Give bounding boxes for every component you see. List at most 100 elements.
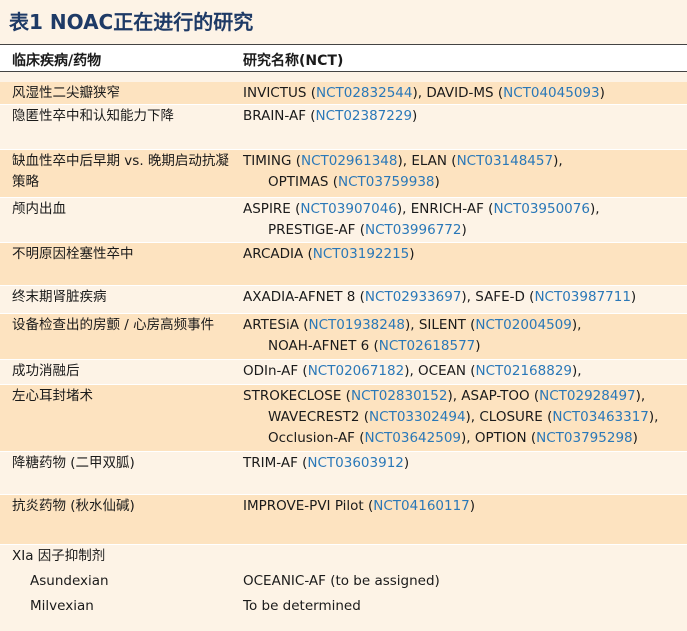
study-cell: IMPROVE-PVI Pilot (NCT04160117) <box>243 496 683 517</box>
study-text: ASPIRE ( <box>243 201 301 217</box>
study-line: IMPROVE-PVI Pilot (NCT04160117) <box>243 496 683 517</box>
table-row: 缺血性卒中后早期 vs. 晚期启动抗凝策略 TIMING (NCT02961348… <box>0 150 687 198</box>
nct-link[interactable]: NCT03907046 <box>300 201 396 217</box>
nct-link[interactable]: NCT03603912 <box>307 455 403 471</box>
study-text: ODIn-AF ( <box>243 363 308 379</box>
table-row: Milvexian To be determined <box>0 595 687 625</box>
study-text: ) <box>403 455 410 471</box>
nct-link[interactable]: NCT03192215 <box>313 246 409 262</box>
study-text: TIMING ( <box>243 153 301 169</box>
study-text: NOAH-AFNET 6 ( <box>268 338 379 354</box>
header-study-name: 研究名称(NCT) <box>243 53 344 69</box>
study-line: WAVECREST2 (NCT03302494), CLOSURE (NCT03… <box>243 407 683 428</box>
study-line: ARCADIA (NCT03192215) <box>243 244 683 265</box>
study-line: TRIM-AF (NCT03603912) <box>243 453 683 474</box>
study-text: ), <box>571 317 582 333</box>
table-row: 终末期肾脏疾病 AXADIA-AFNET 8 (NCT02933697), SAF… <box>0 286 687 314</box>
study-text: ), <box>553 153 563 169</box>
table-row: 成功消融后 ODIn-AF (NCT02067182), OCEAN (NCT02… <box>0 360 687 385</box>
condition-cell: 风湿性二尖瓣狭窄 <box>12 85 120 101</box>
study-text: To be determined <box>243 598 361 614</box>
study-cell: BRAIN-AF (NCT02387229) <box>243 106 683 127</box>
nct-link[interactable]: NCT03996772 <box>365 222 461 238</box>
nct-link[interactable]: NCT03950076 <box>493 201 589 217</box>
condition-cell: Asundexian <box>30 573 109 589</box>
study-text: OCEANIC-AF (to be assigned) <box>243 573 440 589</box>
table-row: 隐匿性卒中和认知能力下降 BRAIN-AF (NCT02387229) <box>0 105 687 150</box>
study-text: ) <box>434 174 440 190</box>
study-text: ), OCEAN ( <box>404 363 476 379</box>
study-text: STROKECLOSE ( <box>243 388 351 404</box>
study-cell: AXADIA-AFNET 8 (NCT02933697), SAFE-D (NC… <box>243 287 683 308</box>
condition-cell: 隐匿性卒中和认知能力下降 <box>12 108 174 124</box>
nct-link[interactable]: NCT02387229 <box>316 108 412 124</box>
study-line: ODIn-AF (NCT02067182), OCEAN (NCT0216882… <box>243 361 683 382</box>
nct-link[interactable]: NCT03642509 <box>365 430 461 446</box>
nct-link[interactable]: NCT03759938 <box>338 174 434 190</box>
study-text: ) <box>475 338 481 354</box>
study-text: ), <box>572 363 582 379</box>
table-row: 左心耳封堵术 STROKECLOSE (NCT02830152), ASAP-TO… <box>0 385 687 452</box>
nct-link[interactable]: NCT01938248 <box>309 317 405 333</box>
condition-cell: 成功消融后 <box>12 363 80 379</box>
study-line: OPTIMAS (NCT03759938) <box>243 172 683 193</box>
condition-cell: 不明原因栓塞性卒中 <box>12 246 134 262</box>
study-cell: ASPIRE (NCT03907046), ENRICH-AF (NCT0395… <box>243 199 683 241</box>
study-cell: TIMING (NCT02961348), ELAN (NCT03148457)… <box>243 151 683 193</box>
nct-link[interactable]: NCT03148457 <box>457 153 553 169</box>
nct-link[interactable]: NCT02961348 <box>301 153 397 169</box>
study-text: ) <box>632 430 638 446</box>
study-text: ), CLOSURE ( <box>465 409 553 425</box>
nct-link[interactable]: NCT02933697 <box>365 289 461 305</box>
study-line: To be determined <box>243 596 683 617</box>
study-text: OPTIMAS ( <box>268 174 339 190</box>
study-text: ) <box>412 108 418 124</box>
study-text: ) <box>461 222 467 238</box>
study-text: TRIM-AF ( <box>243 455 308 471</box>
nct-link[interactable]: NCT02168829 <box>476 363 572 379</box>
header-condition: 临床疾病/药物 <box>12 53 102 69</box>
table-row: 颅内出血 ASPIRE (NCT03907046), ENRICH-AF (NCT… <box>0 198 687 243</box>
nct-link[interactable]: NCT03795298 <box>536 430 632 446</box>
study-line: BRAIN-AF (NCT02387229) <box>243 106 683 127</box>
study-cell: OCEANIC-AF (to be assigned) <box>243 571 683 592</box>
study-text: INVICTUS ( <box>243 85 316 101</box>
condition-cell: 降糖药物 (二甲双胍) <box>12 455 135 471</box>
study-text: ) <box>469 498 476 514</box>
study-line: PRESTIGE-AF (NCT03996772) <box>243 220 683 241</box>
nct-link[interactable]: NCT03463317 <box>552 409 648 425</box>
study-text: Occlusion-AF ( <box>268 430 365 446</box>
study-line: AXADIA-AFNET 8 (NCT02933697), SAFE-D (NC… <box>243 287 683 308</box>
study-cell: ODIn-AF (NCT02067182), OCEAN (NCT0216882… <box>243 361 683 382</box>
study-text: ARTESiA ( <box>243 317 309 333</box>
study-text: WAVECREST2 ( <box>268 409 370 425</box>
condition-cell: 左心耳封堵术 <box>12 388 93 404</box>
condition-cell: XIa 因子抑制剂 <box>12 548 106 564</box>
study-line: OCEANIC-AF (to be assigned) <box>243 571 683 592</box>
nct-link[interactable]: NCT04045093 <box>503 85 599 101</box>
table-header: 临床疾病/药物 研究名称(NCT) <box>0 44 687 72</box>
study-text: ) <box>630 289 637 305</box>
nct-link[interactable]: NCT04160117 <box>373 498 469 514</box>
condition-cell: 颅内出血 <box>12 201 66 217</box>
nct-link[interactable]: NCT03987711 <box>534 289 630 305</box>
study-text: ), SILENT ( <box>405 317 476 333</box>
nct-link[interactable]: NCT02830152 <box>351 388 447 404</box>
condition-cell: 设备检查出的房颤 / 心房高频事件 <box>12 317 215 333</box>
study-text: ), ENRICH-AF ( <box>396 201 494 217</box>
nct-link[interactable]: NCT02832544 <box>316 85 412 101</box>
nct-link[interactable]: NCT02618577 <box>379 338 475 354</box>
study-line: NOAH-AFNET 6 (NCT02618577) <box>243 336 683 357</box>
study-line: TIMING (NCT02961348), ELAN (NCT03148457)… <box>243 151 683 172</box>
study-line: STROKECLOSE (NCT02830152), ASAP-TOO (NCT… <box>243 386 683 407</box>
study-text: ) <box>409 246 415 262</box>
table-row: 降糖药物 (二甲双胍) TRIM-AF (NCT03603912) <box>0 452 687 495</box>
study-text: ), OPTION ( <box>461 430 537 446</box>
nct-link[interactable]: NCT02067182 <box>308 363 404 379</box>
nct-link[interactable]: NCT03302494 <box>369 409 465 425</box>
nct-link[interactable]: NCT02928497 <box>539 388 635 404</box>
table-row: XIa 因子抑制剂 <box>0 545 687 570</box>
table-row: 不明原因栓塞性卒中 ARCADIA (NCT03192215) <box>0 243 687 286</box>
study-text: ), ASAP-TOO ( <box>447 388 540 404</box>
nct-link[interactable]: NCT02004509 <box>475 317 571 333</box>
